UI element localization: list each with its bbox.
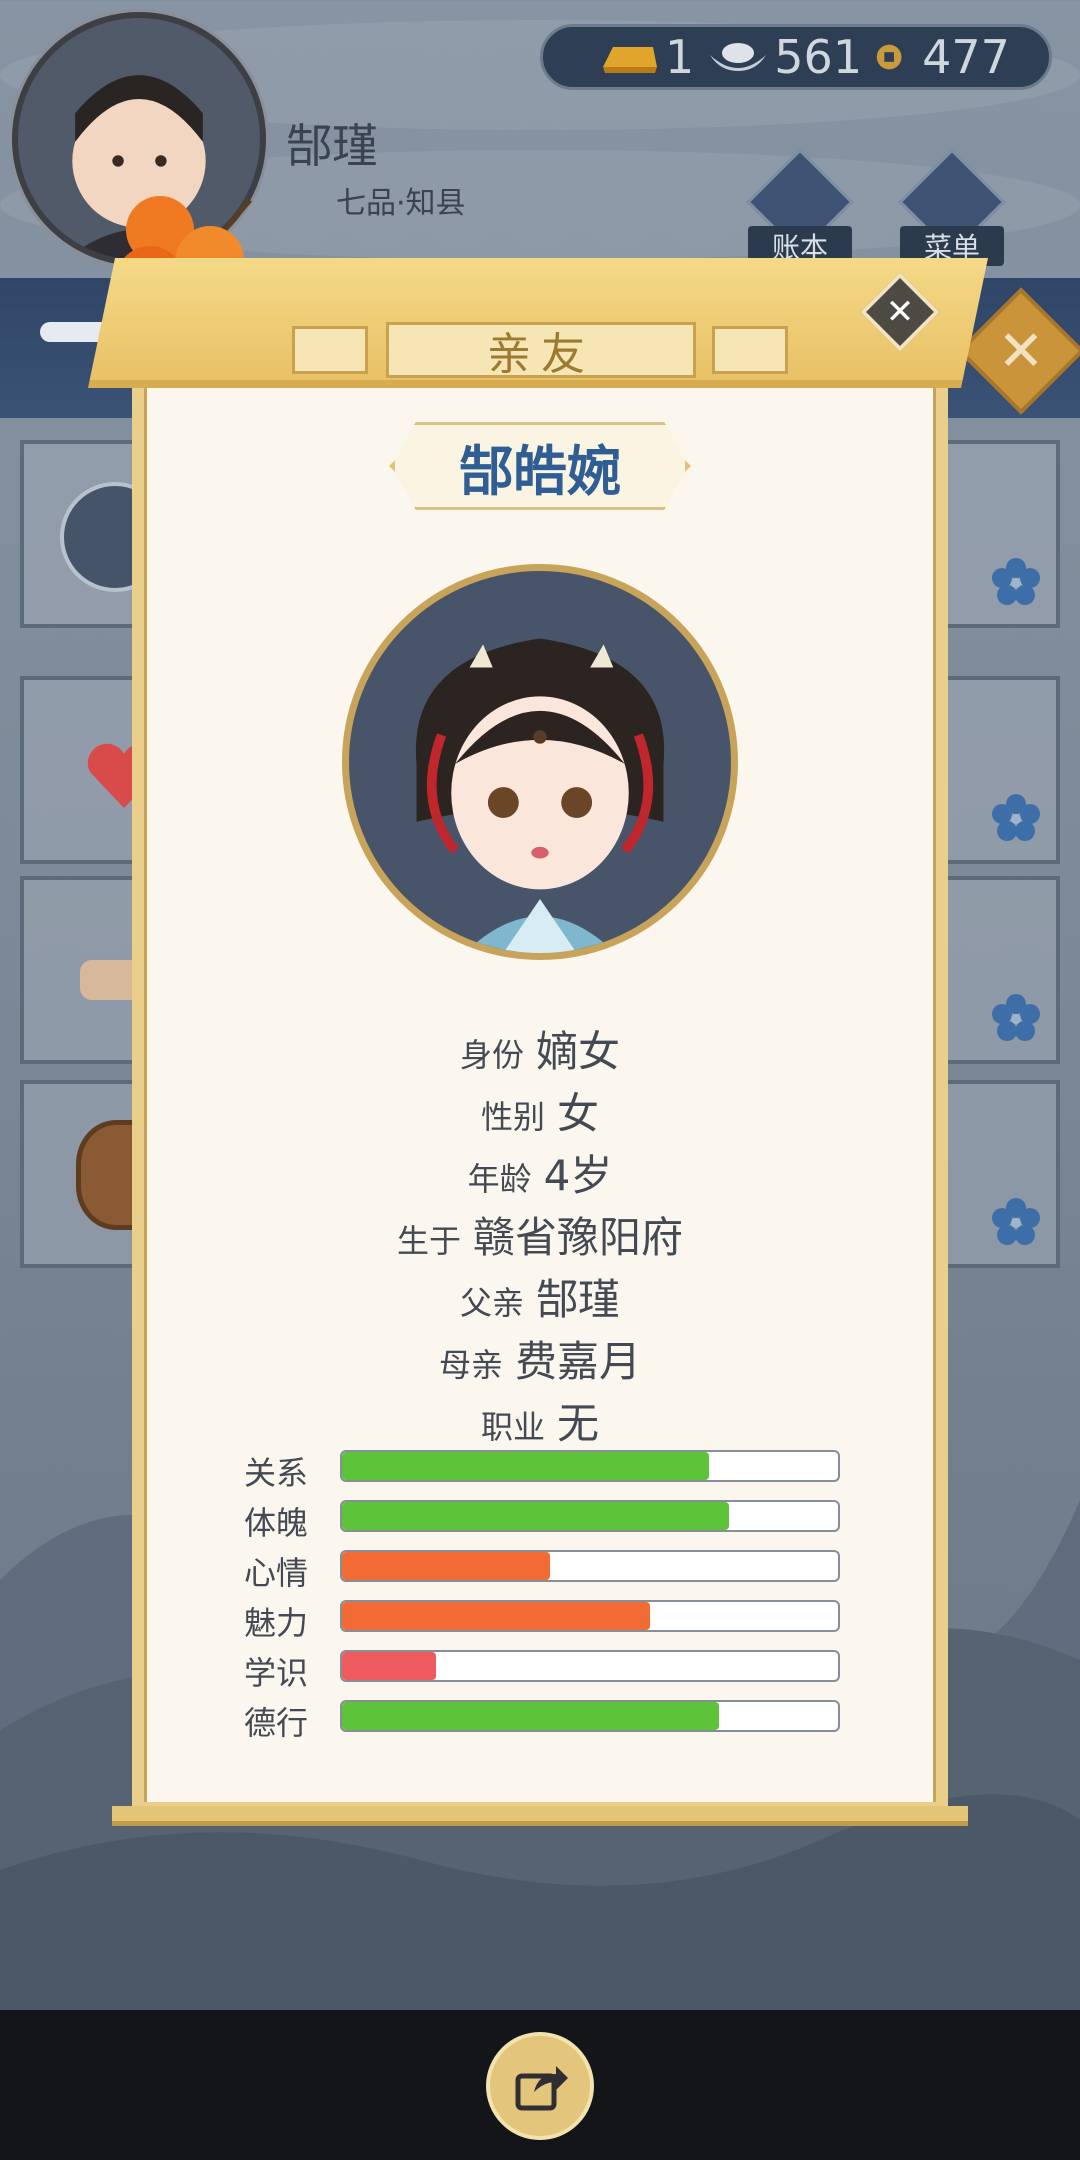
info-value: 无 xyxy=(557,1399,600,1448)
info-row-occupation: 职业无 xyxy=(150,1390,930,1451)
stat-bar-fill xyxy=(342,1602,650,1630)
flower-icon xyxy=(992,994,1040,1041)
stat-row-virtue: 德行 xyxy=(244,1698,844,1742)
info-row-mother: 母亲 费嘉月 xyxy=(150,1328,930,1389)
flower-icon xyxy=(992,1198,1040,1245)
stat-bar xyxy=(340,1500,840,1532)
flower-icon xyxy=(992,558,1040,605)
info-key: 职业 xyxy=(480,1408,545,1446)
stat-bar xyxy=(340,1550,840,1582)
stat-bar xyxy=(340,1450,840,1482)
stat-bar-fill xyxy=(342,1502,729,1530)
silver-currency[interactable]: 561 xyxy=(706,30,862,84)
family-card[interactable] xyxy=(942,1080,1060,1268)
coin-currency[interactable]: 477 xyxy=(874,30,1010,84)
stat-bar-fill xyxy=(342,1552,551,1580)
player-rank: 七品·知县 xyxy=(336,186,466,221)
info-row-age: 年龄 4岁 xyxy=(150,1142,930,1203)
gold-ingot-icon xyxy=(603,47,657,73)
stat-row-relationship: 关系 xyxy=(244,1448,844,1492)
stat-label: 体魄 xyxy=(244,1504,309,1542)
gold-amount: 1 xyxy=(665,30,695,84)
silver-amount: 561 xyxy=(774,30,863,84)
stat-bar-fill xyxy=(342,1652,437,1680)
ledger-button[interactable]: 账本 xyxy=(746,148,854,266)
info-value: 赣省豫阳府 xyxy=(473,1213,684,1262)
family-card[interactable] xyxy=(942,676,1060,864)
family-card[interactable] xyxy=(942,440,1060,628)
scroll-bottom-rod xyxy=(112,1806,968,1826)
info-row-gender: 性别女 xyxy=(150,1080,930,1141)
info-row-birthplace: 生于 赣省豫阳府 xyxy=(150,1204,930,1265)
stat-row-mood: 心情 xyxy=(244,1548,844,1592)
stat-bar-fill xyxy=(342,1702,719,1730)
dialog-title: 亲友 xyxy=(386,322,696,380)
info-value: 4岁 xyxy=(543,1151,613,1200)
info-value: 费嘉月 xyxy=(515,1337,642,1386)
family-card[interactable] xyxy=(942,876,1060,1064)
silver-ingot-icon xyxy=(710,43,767,71)
info-value: 女 xyxy=(557,1089,600,1138)
stat-bar xyxy=(340,1600,840,1632)
close-icon: ✕ xyxy=(885,292,915,332)
copper-coin-icon xyxy=(876,44,902,70)
share-button[interactable] xyxy=(486,2032,594,2140)
flower-icon xyxy=(992,794,1040,841)
gold-currency[interactable]: 1 xyxy=(597,30,694,84)
info-row-identity: 身份 嫡女 xyxy=(150,1018,930,1079)
stat-bar xyxy=(340,1700,840,1732)
stat-label: 关系 xyxy=(244,1454,309,1492)
menu-button[interactable]: 菜单 xyxy=(898,148,1006,266)
info-key: 身份 xyxy=(459,1036,524,1074)
header-ornament xyxy=(712,326,788,374)
stat-row-physique: 体魄 xyxy=(244,1498,844,1542)
header-ornament xyxy=(292,326,368,374)
close-icon: ✕ xyxy=(997,318,1045,384)
info-key: 性别 xyxy=(480,1098,545,1136)
person-portrait xyxy=(342,564,738,960)
info-value: 嫡女 xyxy=(536,1027,621,1076)
currency-bar: 1 561 477 xyxy=(540,24,1052,90)
coin-amount: 477 xyxy=(922,30,1010,84)
stat-label: 学识 xyxy=(244,1654,309,1692)
info-key: 母亲 xyxy=(438,1346,503,1384)
stat-row-knowledge: 学识 xyxy=(244,1648,844,1692)
stat-row-charm: 魅力 xyxy=(244,1598,844,1642)
stat-bar xyxy=(340,1650,840,1682)
stat-label: 德行 xyxy=(244,1704,309,1742)
share-icon xyxy=(515,2066,568,2111)
person-name: 郜皓婉 xyxy=(392,422,688,510)
stat-label: 魅力 xyxy=(244,1604,309,1642)
stat-bar-fill xyxy=(342,1452,710,1480)
info-key: 生于 xyxy=(396,1222,461,1260)
info-key: 父亲 xyxy=(459,1284,524,1322)
info-value: 郜瑾 xyxy=(536,1275,621,1324)
info-key: 年龄 xyxy=(467,1160,532,1198)
stat-label: 心情 xyxy=(244,1554,309,1592)
info-row-father: 父亲 郜瑾 xyxy=(150,1266,930,1327)
player-name: 郜瑾 xyxy=(286,119,378,173)
